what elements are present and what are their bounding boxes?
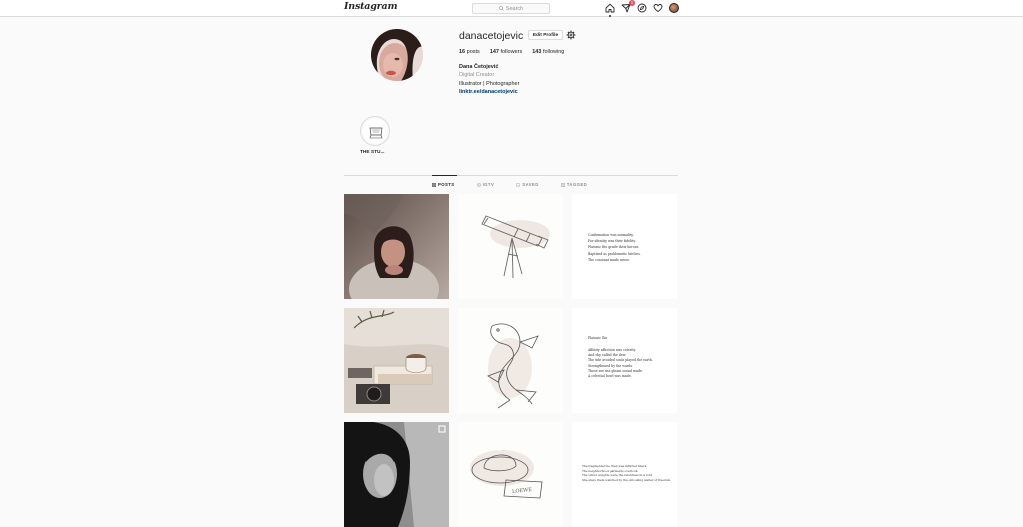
story-highlight-label: THE STU...	[360, 150, 385, 155]
tab-igtv[interactable]: IGTV	[476, 182, 495, 187]
followers-stat[interactable]: 147 followers	[490, 49, 522, 55]
search-icon	[498, 6, 504, 11]
profile-full-name: Dana Četojević	[459, 64, 499, 70]
active-tab-indicator	[432, 175, 457, 176]
grid-icon	[432, 182, 436, 187]
post-still-life-photo[interactable]	[344, 308, 449, 413]
instagram-logo[interactable]: Instagram	[344, 1, 398, 12]
post-poem-text-1[interactable]: Confirmation was normality. For identity…	[572, 194, 677, 299]
profile-avatar-large[interactable]	[371, 29, 423, 81]
tab-posts[interactable]: POSTS	[432, 182, 455, 187]
post-telescope-illustration[interactable]	[458, 194, 563, 299]
poem-text-1: Confirmation was normality. For identity…	[588, 233, 641, 262]
post-hat-illustration[interactable]: LOEWE	[458, 422, 563, 527]
following-count: 143	[532, 49, 542, 55]
home-icon[interactable]	[605, 3, 615, 17]
profile-tabs: POSTS IGTV SAVED TAGGED	[432, 182, 587, 187]
tab-igtv-label: IGTV	[482, 182, 495, 187]
post-poem-text-3[interactable]: The fragmented lie then was inflicted fi…	[572, 422, 677, 527]
posts-count: 16	[459, 49, 466, 55]
followers-label: followers	[500, 49, 523, 55]
posts-stat: 16 posts	[459, 49, 480, 55]
tab-saved[interactable]: SAVED	[516, 182, 539, 187]
tag-icon	[560, 182, 565, 187]
followers-count: 147	[489, 49, 499, 55]
tab-posts-label: POSTS	[438, 182, 455, 187]
post-koi-fish-illustration[interactable]	[458, 308, 563, 413]
profile-stats: 16 posts 147 followers 143 following	[459, 49, 564, 55]
settings-gear-icon[interactable]	[566, 30, 576, 40]
profile-username: danacetojevic	[459, 30, 524, 42]
search-placeholder: Search	[505, 5, 524, 12]
edit-profile-button[interactable]: Edit Profile	[528, 30, 563, 40]
post-portrait-photo[interactable]	[344, 194, 449, 299]
poem-text-2: Affinity affection was celerity. And shy…	[588, 348, 653, 379]
post-bw-portrait-photo[interactable]	[344, 422, 449, 527]
story-highlight-cover	[363, 119, 387, 143]
search-input[interactable]: Search	[472, 3, 550, 14]
notification-badge: 1	[629, 0, 635, 6]
nav-icon-group: 1	[605, 0, 679, 17]
posts-label: posts	[466, 49, 480, 55]
explore-icon[interactable]	[637, 3, 647, 13]
following-stat[interactable]: 143 following	[532, 49, 564, 55]
tabs-divider	[344, 175, 678, 176]
activity-heart-icon[interactable]	[653, 3, 663, 13]
profile-bio: Illustrator | Photographer	[459, 81, 520, 87]
bookmark-icon	[516, 182, 520, 187]
following-label: following	[542, 49, 565, 55]
tab-saved-label: SAVED	[522, 182, 539, 187]
tab-tagged-label: TAGGED	[566, 182, 588, 187]
igtv-icon	[476, 182, 481, 187]
active-indicator-dot	[609, 15, 611, 17]
profile-link[interactable]: linktr.ee/danacetojevic	[459, 89, 518, 95]
poem-text-3: The fragmented lie then was inflicted fi…	[582, 464, 672, 482]
top-nav-bar: Instagram Search 1	[0, 0, 1023, 17]
profile-category: Digital Creator	[459, 72, 495, 78]
profile-avatar[interactable]	[669, 3, 679, 13]
tab-tagged[interactable]: TAGGED	[560, 182, 588, 187]
poem-title-2: Platonic Ilie	[588, 336, 608, 340]
direct-message-icon[interactable]: 1	[621, 0, 635, 13]
story-highlight[interactable]	[360, 116, 390, 146]
post-poem-text-2[interactable]: Platonic Ilie Affinity affection was cel…	[572, 308, 677, 413]
